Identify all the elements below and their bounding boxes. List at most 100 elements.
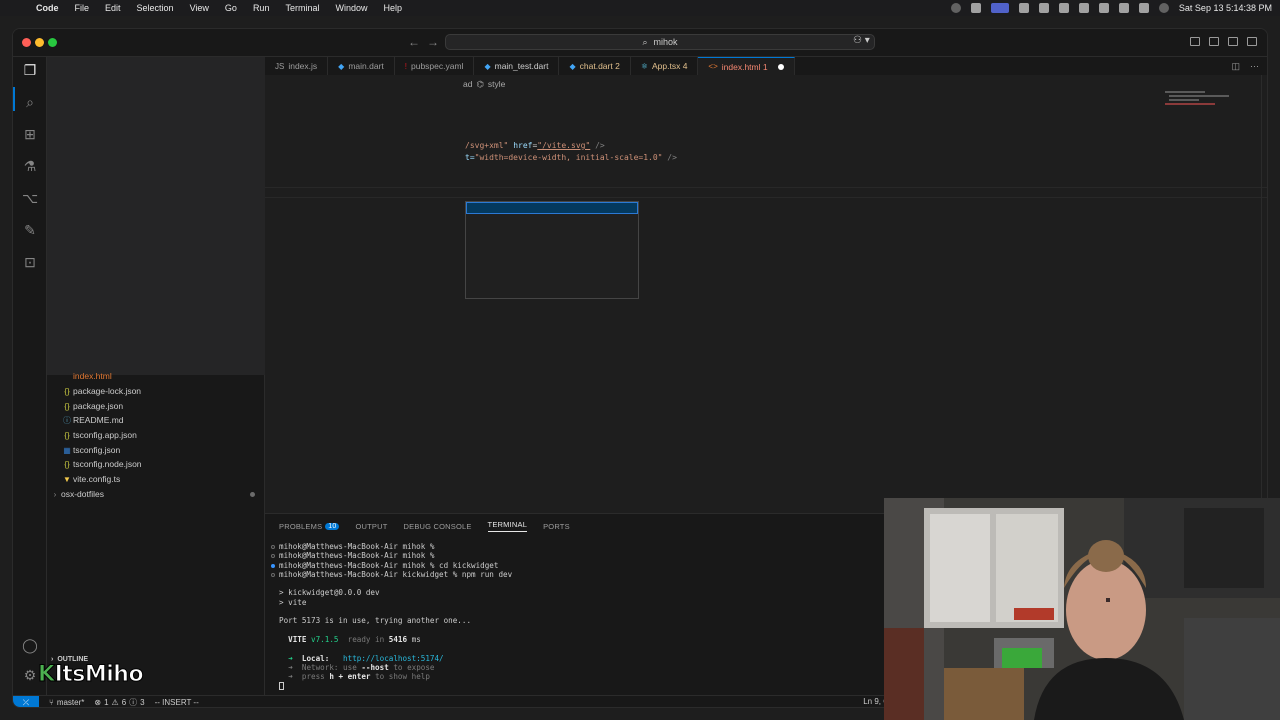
tab-main-test-dart[interactable]: ◆ main_test.dart — [474, 57, 560, 75]
back-arrow-icon[interactable]: ← — [408, 35, 420, 49]
breadcrumb-head[interactable]: ad — [463, 79, 472, 90]
terminal-cursor — [279, 682, 284, 691]
close-window-button[interactable] — [22, 38, 31, 47]
siri-icon[interactable] — [1158, 3, 1169, 13]
file-item-tsconfig[interactable]: ▦ tsconfig.json — [47, 443, 265, 457]
minimap[interactable] — [1165, 91, 1245, 111]
battery-icon[interactable] — [1078, 3, 1089, 13]
menu-help[interactable]: Help — [375, 3, 410, 13]
command-center-search[interactable]: ⌕ mihok — [445, 34, 875, 50]
tab-app-tsx[interactable]: ⚛ App.tsx 4 — [631, 57, 699, 75]
zoom-window-button[interactable] — [48, 38, 57, 47]
tab-chat-dart[interactable]: ◆ chat.dart 2 — [559, 57, 631, 75]
file-item-vite-config[interactable]: ▼ vite.config.ts — [47, 472, 265, 486]
wifi-icon[interactable] — [1098, 3, 1109, 13]
edit-pencil-icon[interactable]: ✎ — [22, 222, 38, 238]
testing-icon[interactable]: ⚗ — [22, 158, 38, 174]
spotlight-search-icon[interactable] — [1118, 3, 1129, 13]
local-url-link[interactable]: http://localhost:5174/ — [343, 654, 444, 663]
menu-selection[interactable]: Selection — [129, 3, 182, 13]
terminal-line: mihok@Matthews-MacBook-Air mihok % — [271, 551, 512, 560]
cloud-icon[interactable] — [1038, 3, 1049, 13]
branch-icon: ⑂ — [49, 698, 54, 707]
folder-item-osx-dotfiles[interactable]: › osx-dotfiles — [47, 487, 265, 501]
suggestion-widget[interactable] — [465, 201, 639, 299]
control-center-icon[interactable] — [1138, 3, 1149, 13]
tab-debug-console[interactable]: DEBUG CONSOLE — [404, 520, 472, 532]
tab-index-html[interactable]: <> index.html 1 — [698, 57, 795, 75]
editor-scrollbar[interactable] — [1261, 75, 1267, 513]
breadcrumb-style[interactable]: style — [488, 79, 505, 90]
tab-output[interactable]: OUTPUT — [355, 520, 387, 532]
menu-file[interactable]: File — [67, 3, 98, 13]
menu-window[interactable]: Window — [327, 3, 375, 13]
manage-gear-icon[interactable]: ⚙ — [22, 667, 38, 683]
vite-file-icon: ▼ — [63, 474, 71, 484]
editor-tabs: JS index.js ◆ main.dart ! pubspec.yaml ◆… — [265, 57, 1267, 75]
file-item-package-json[interactable]: {} package.json — [47, 399, 265, 413]
tab-main-dart[interactable]: ◆ main.dart — [328, 57, 395, 75]
menu-run[interactable]: Run — [245, 3, 278, 13]
customize-layout-icon[interactable] — [1190, 37, 1200, 46]
extensions-icon[interactable]: ⊞ — [22, 126, 38, 142]
terminal-blank — [279, 644, 512, 653]
menu-view[interactable]: View — [182, 3, 217, 13]
file-item-tsconfig-app[interactable]: {} tsconfig.app.json — [47, 428, 265, 442]
copilot-icon[interactable]: ⚇ ▾ — [853, 35, 870, 46]
info-file-icon: ⓘ — [63, 415, 71, 425]
source-control-icon[interactable]: ⌥ — [22, 190, 38, 206]
webcam-overlay — [884, 498, 1280, 720]
menu-app[interactable]: Code — [28, 3, 67, 13]
file-item-index-html[interactable]: index.html — [47, 369, 265, 383]
problems-status[interactable]: ⊗ 1 ⚠ 6 ⓘ 3 — [94, 697, 144, 707]
menu-terminal[interactable]: Terminal — [277, 3, 327, 13]
account-icon[interactable]: ◯ — [22, 637, 38, 653]
json-file-icon: {} — [64, 401, 70, 411]
menu-go[interactable]: Go — [217, 3, 245, 13]
remote-indicator-icon[interactable]: ⤫ — [13, 695, 39, 707]
menu-edit[interactable]: Edit — [97, 3, 129, 13]
minimap-line — [1169, 95, 1229, 97]
forward-arrow-icon[interactable]: → — [427, 35, 439, 49]
terminal-output[interactable]: mihok@Matthews-MacBook-Air mihok % mihok… — [271, 542, 512, 691]
terminal-cursor-line — [279, 681, 512, 691]
react-icon: ⚛ — [640, 61, 648, 71]
terminal-blank — [279, 607, 512, 616]
active-indicator — [13, 87, 15, 111]
tab-ports[interactable]: PORTS — [543, 520, 570, 532]
toggle-secondary-sidebar-icon[interactable] — [1247, 37, 1257, 46]
tab-index-js[interactable]: JS index.js — [265, 57, 329, 75]
webcam-video-frame — [884, 498, 1280, 720]
panel-tabs: PROBLEMS 10 OUTPUT DEBUG CONSOLE TERMINA… — [279, 520, 570, 532]
file-item-package-lock[interactable]: {} package-lock.json — [47, 384, 265, 398]
split-editor-icon[interactable]: ◫ — [1231, 61, 1240, 72]
command-decoration — [271, 554, 275, 559]
tab-terminal[interactable]: TERMINAL — [487, 520, 528, 532]
search-icon[interactable]: ⌕ — [22, 94, 38, 110]
minimize-window-button[interactable] — [35, 38, 44, 47]
json-file-icon: {} — [64, 386, 70, 396]
dart-icon: ◆ — [338, 61, 345, 71]
remote-explorer-icon[interactable]: ⊡ — [22, 254, 38, 270]
tray-app-icon[interactable] — [970, 3, 981, 13]
toggle-panel-icon[interactable] — [1228, 37, 1238, 46]
suggestion-selected-item[interactable] — [466, 202, 638, 214]
explorer-icon[interactable]: ❐ — [22, 62, 38, 78]
screen-share-icon[interactable] — [990, 3, 1009, 13]
toggle-sidebar-icon[interactable] — [1209, 37, 1219, 46]
record-icon[interactable] — [1058, 3, 1069, 13]
file-item-readme[interactable]: ⓘ README.md — [47, 413, 265, 427]
tab-problems[interactable]: PROBLEMS 10 — [279, 520, 340, 532]
menubar-clock[interactable]: Sat Sep 13 5:14:38 PM — [1179, 3, 1272, 13]
tab-pubspec-yaml[interactable]: ! pubspec.yaml — [395, 57, 475, 75]
more-actions-icon[interactable]: ⋯ — [1250, 61, 1259, 72]
status-dot-icon[interactable] — [950, 3, 961, 13]
code-editor[interactable]: ad ⌬ style /svg+xml" href="/vite.svg" />… — [265, 75, 1267, 513]
file-item-tsconfig-node[interactable]: {} tsconfig.node.json — [47, 457, 265, 471]
error-icon: ⊗ — [94, 698, 102, 707]
minimap-line — [1169, 99, 1199, 101]
unsaved-dot[interactable] — [777, 63, 784, 70]
alexa-icon[interactable] — [1018, 3, 1029, 13]
git-branch[interactable]: ⑂ master* — [49, 698, 84, 707]
tsconfig-file-icon: ▦ — [63, 445, 71, 455]
